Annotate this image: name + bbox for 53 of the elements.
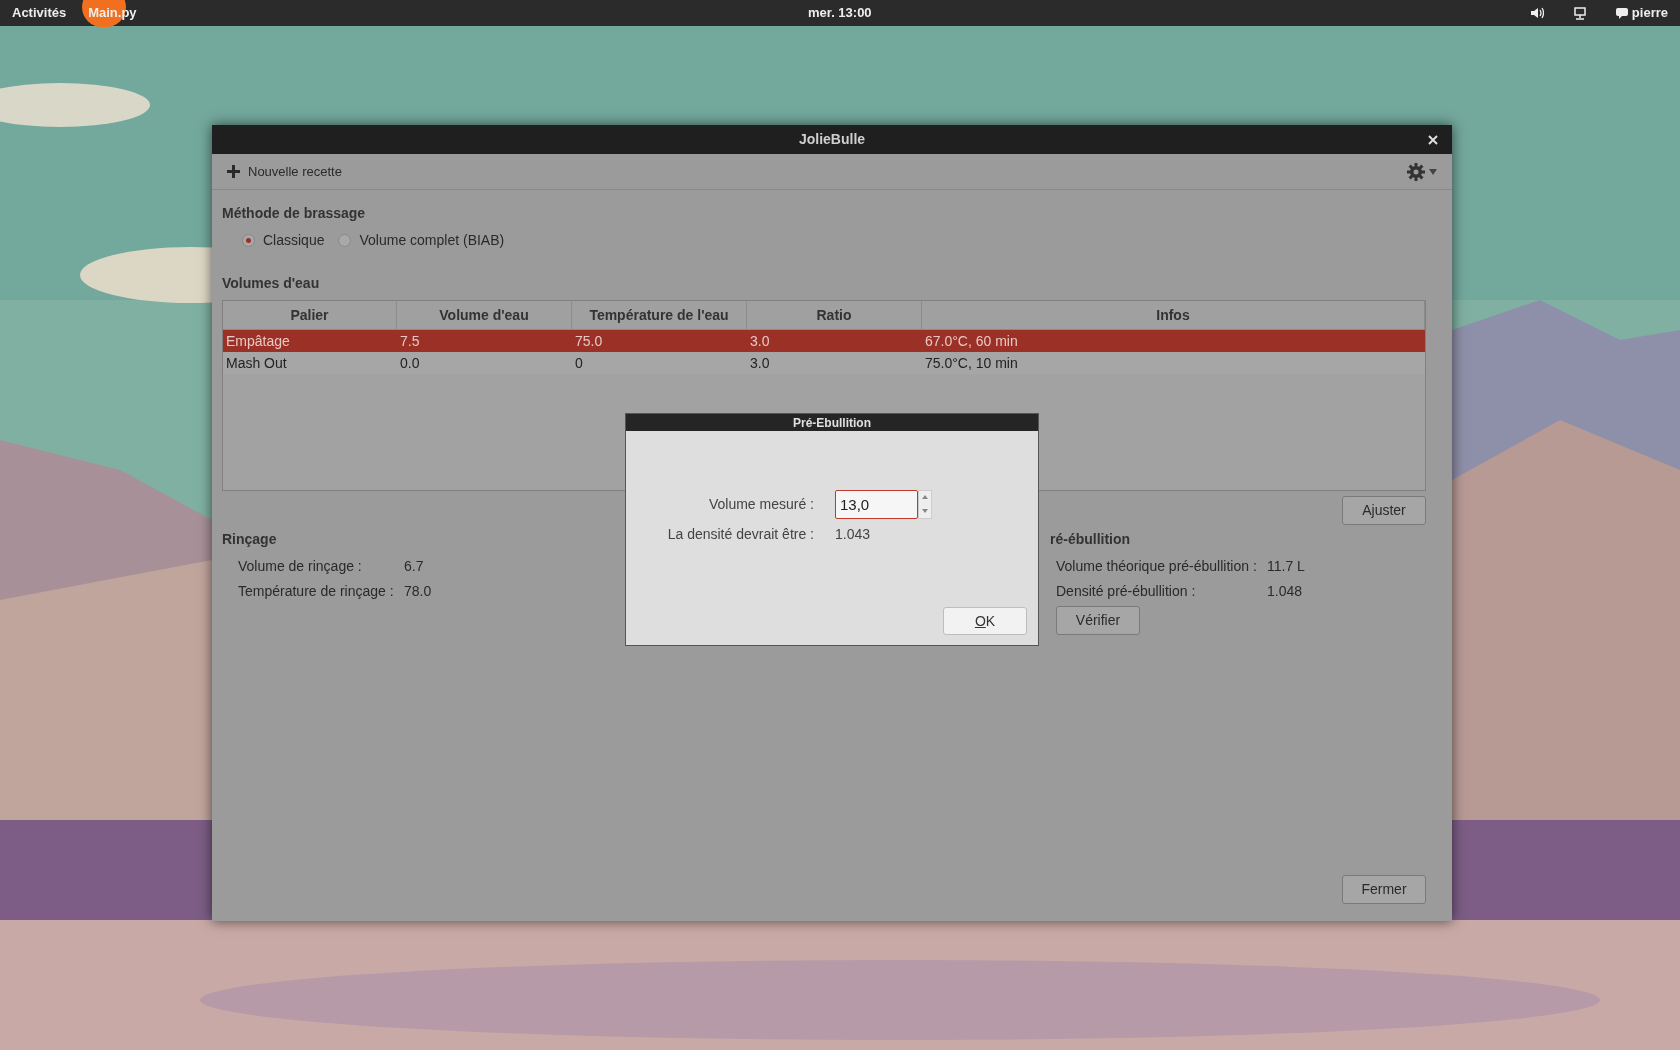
close-icon[interactable] (1428, 134, 1438, 145)
dialog-title: Pré-Ebullition (793, 414, 871, 432)
field-label: Volume mesuré : (707, 494, 814, 514)
section-heading: Volumes d'eau (222, 274, 321, 293)
settings-icon (1407, 162, 1425, 181)
new-recipe-button[interactable]: Nouvelle recette (227, 161, 342, 182)
section-heading: Méthode de brassage (222, 204, 367, 223)
adjust-button[interactable]: Ajuster (1342, 496, 1426, 525)
table-cell-text: 75.0°C, 10 min (924, 353, 1019, 373)
column-header[interactable]: Ratio (747, 301, 922, 329)
radio-option[interactable]: Volume complet (BIAB) (338, 230, 505, 251)
table-cell-text: 3.0 (749, 331, 771, 351)
table-cell-text: Empâtage (225, 331, 291, 351)
spin-arrows[interactable] (918, 489, 932, 519)
ok-button[interactable]: OK (943, 607, 1027, 635)
table-cell-text: 7.5 (399, 331, 421, 351)
field-label: La densité devrait être : (666, 524, 814, 544)
network-icon[interactable] (1573, 6, 1586, 20)
table-cell-text: 75.0 (574, 331, 604, 351)
field-value: 1.043 (835, 524, 871, 544)
table-cell-text: 3.0 (749, 353, 771, 373)
table-cell-text: Mash Out (225, 353, 288, 373)
radio-option[interactable]: Classique (242, 230, 325, 251)
field-label: Température de rinçage : (238, 582, 395, 600)
settings-menu-button[interactable] (1407, 162, 1437, 181)
field-value: 1.048 (1267, 582, 1303, 600)
field-label: Volume de rinçage : (238, 557, 363, 575)
close-button[interactable]: Fermer (1342, 875, 1426, 904)
window-title: JolieBulle (798, 130, 866, 149)
volume-spin-field[interactable]: 13,0 (835, 489, 918, 519)
field-label: Densité pré-ébullition : (1056, 582, 1197, 600)
field-value: 11.7 L (1267, 557, 1305, 575)
table-cell-text: 0 (574, 353, 584, 373)
clock[interactable]: mer. 13:00 (808, 3, 872, 23)
column-header[interactable]: Infos (922, 301, 1425, 329)
field-label: Volume théorique pré-ébullition : (1056, 557, 1258, 575)
section-heading: Rinçage (222, 530, 277, 549)
column-header[interactable]: Palier (223, 301, 397, 329)
activities-button[interactable]: Activités (12, 3, 67, 23)
table-cell-text: 67.0°C, 60 min (924, 331, 1019, 351)
table-row[interactable]: Mash Out 0.0 0 3.0 75.0°C, 10 min (223, 352, 1425, 374)
volume-icon[interactable] (1529, 7, 1544, 19)
caret-icon (1429, 168, 1437, 175)
field-value: 6.7 (404, 557, 424, 575)
section-heading: ré-ébullition (1050, 530, 1131, 549)
verify-button[interactable]: Vérifier (1056, 606, 1140, 635)
plus-icon (227, 165, 240, 178)
table-cell-text: 0.0 (399, 353, 421, 373)
column-header[interactable]: Volume d'eau (397, 301, 572, 329)
column-header[interactable]: Température de l'eau (572, 301, 747, 329)
user-name[interactable]: pierre (1631, 3, 1668, 23)
table-row[interactable]: Empâtage 7.5 75.0 3.0 67.0°C, 60 min (223, 330, 1425, 352)
field-value: 78.0 (404, 582, 432, 600)
